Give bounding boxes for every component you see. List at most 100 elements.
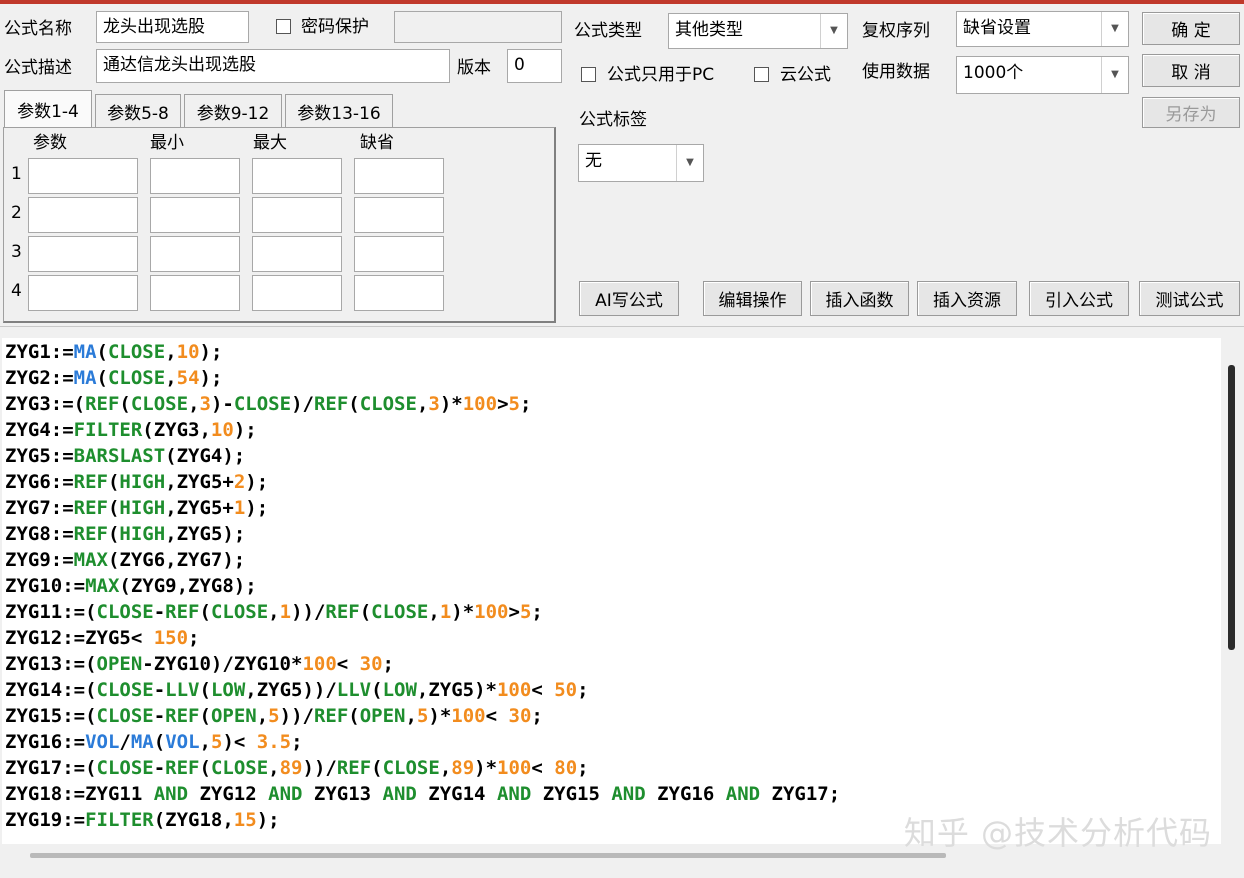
code-token: OPEN bbox=[210, 705, 257, 727]
code-token: 10 bbox=[176, 341, 200, 363]
formula-type-select[interactable]: 其他类型 ▼ bbox=[668, 13, 848, 49]
param-3-max[interactable] bbox=[252, 236, 342, 272]
param-3-default[interactable] bbox=[354, 236, 444, 272]
code-token: / bbox=[119, 731, 131, 753]
code-token: 89 bbox=[279, 757, 303, 779]
cancel-button[interactable]: 取 消 bbox=[1142, 54, 1240, 87]
code-token: , bbox=[268, 757, 280, 779]
edit-ops-button[interactable]: 编辑操作 bbox=[703, 281, 802, 316]
code-token: )- bbox=[210, 393, 234, 415]
param-1-default[interactable] bbox=[354, 158, 444, 194]
code-token: 54 bbox=[176, 367, 200, 389]
horizontal-scrollbar[interactable] bbox=[30, 853, 946, 858]
test-formula-button[interactable]: 测试公式 bbox=[1139, 281, 1240, 316]
code-token: ,ZYG5+ bbox=[165, 471, 234, 493]
code-token: )/ bbox=[291, 393, 314, 415]
code-token: ZYG9:= bbox=[5, 549, 74, 571]
code-token: CLOSE bbox=[107, 367, 166, 389]
code-text[interactable]: ZYG1:=MA(CLOSE,10); ZYG2:=MA(CLOSE,54); ZY… bbox=[2, 338, 1221, 833]
code-token: AND bbox=[382, 783, 417, 805]
code-token: ( bbox=[371, 757, 383, 779]
insert-function-button[interactable]: 插入函数 bbox=[810, 281, 909, 316]
code-token: ( bbox=[199, 757, 211, 779]
code-line: ZYG16:=VOL/MA(VOL,5)< 3.5; bbox=[5, 729, 1221, 755]
code-token: AND bbox=[153, 783, 189, 805]
param-1-min[interactable] bbox=[150, 158, 240, 194]
code-editor[interactable]: ZYG1:=MA(CLOSE,10); ZYG2:=MA(CLOSE,54); ZY… bbox=[2, 338, 1221, 844]
tag-select[interactable]: 无 ▼ bbox=[578, 144, 704, 182]
ai-formula-button[interactable]: AI写公式 bbox=[579, 281, 679, 316]
param-4-max[interactable] bbox=[252, 275, 342, 311]
chevron-down-icon: ▼ bbox=[676, 145, 703, 181]
code-token: 1 bbox=[279, 601, 292, 623]
code-token: FILTER bbox=[85, 809, 154, 831]
code-token: ))/ bbox=[279, 705, 314, 727]
code-token: MA bbox=[130, 731, 154, 753]
param-4-default[interactable] bbox=[354, 275, 444, 311]
tab-params-5-8[interactable]: 参数5-8 bbox=[95, 94, 181, 128]
param-2-min[interactable] bbox=[150, 197, 240, 233]
code-token: < bbox=[336, 653, 360, 675]
code-token: ZYG18:=ZYG11 bbox=[5, 783, 154, 805]
vertical-scrollbar[interactable] bbox=[1228, 365, 1235, 650]
param-2-default[interactable] bbox=[354, 197, 444, 233]
code-token: ZYG3:=( bbox=[5, 393, 86, 415]
code-line: ZYG8:=REF(HIGH,ZYG5); bbox=[5, 521, 1221, 547]
code-token: AND bbox=[611, 783, 646, 805]
watermark: 知乎 @技术分析代码 bbox=[903, 814, 1212, 852]
fq-select[interactable]: 缺省设置 ▼ bbox=[956, 11, 1129, 47]
tab-params-13-16[interactable]: 参数13-16 bbox=[285, 94, 393, 128]
pc-only-checkbox[interactable] bbox=[581, 67, 596, 82]
code-token: LOW bbox=[210, 679, 246, 701]
param-3-name[interactable] bbox=[28, 236, 138, 272]
code-token: > bbox=[497, 393, 509, 415]
param-row-number: 3 bbox=[11, 242, 22, 262]
param-2-max[interactable] bbox=[252, 197, 342, 233]
code-line: ZYG17:=(CLOSE-REF(CLOSE,89))/REF(CLOSE,8… bbox=[5, 755, 1221, 781]
code-token: ; bbox=[577, 757, 589, 779]
version-input[interactable]: 0 bbox=[507, 49, 562, 83]
code-line: ZYG5:=BARSLAST(ZYG4); bbox=[5, 443, 1221, 469]
tab-params-9-12[interactable]: 参数9-12 bbox=[184, 94, 282, 128]
code-token: 1 bbox=[439, 601, 452, 623]
password-input[interactable] bbox=[394, 11, 562, 43]
param-3-min[interactable] bbox=[150, 236, 240, 272]
param-2-name[interactable] bbox=[28, 197, 138, 233]
code-token: AND bbox=[725, 783, 761, 805]
code-token: 3 bbox=[199, 393, 211, 415]
code-token: ; bbox=[577, 679, 589, 701]
param-1-max[interactable] bbox=[252, 158, 342, 194]
password-checkbox[interactable] bbox=[276, 19, 291, 34]
code-token: MAX bbox=[85, 575, 120, 597]
code-token: - bbox=[153, 705, 166, 727]
save-as-button[interactable]: 另存为 bbox=[1142, 97, 1240, 128]
formula-desc-input[interactable]: 通达信龙头出现选股 bbox=[96, 49, 450, 83]
code-token: ZYG13 bbox=[302, 783, 383, 805]
code-token: < bbox=[531, 679, 555, 701]
param-4-min[interactable] bbox=[150, 275, 240, 311]
code-token: ZYG14:=( bbox=[5, 679, 97, 701]
import-formula-button[interactable]: 引入公式 bbox=[1029, 281, 1129, 316]
tab-params-1-4[interactable]: 参数1-4 bbox=[4, 90, 92, 128]
data-count-select[interactable]: 1000个 ▼ bbox=[956, 56, 1129, 94]
code-token: ; bbox=[531, 601, 543, 623]
insert-resource-button[interactable]: 插入资源 bbox=[917, 281, 1017, 316]
formula-name-input[interactable]: 龙头出现选股 bbox=[96, 11, 249, 43]
code-token: LLV bbox=[336, 679, 372, 701]
param-4-name[interactable] bbox=[28, 275, 138, 311]
code-token: 89 bbox=[451, 757, 475, 779]
ok-button[interactable]: 确 定 bbox=[1142, 12, 1240, 45]
tag-value: 无 bbox=[585, 151, 602, 171]
code-line: ZYG6:=REF(HIGH,ZYG5+2); bbox=[5, 469, 1221, 495]
code-token: REF bbox=[85, 393, 120, 415]
code-token: -ZYG10)/ZYG10* bbox=[142, 653, 303, 675]
cloud-checkbox[interactable] bbox=[754, 67, 769, 82]
code-token: CLOSE bbox=[130, 393, 189, 415]
code-token: ); bbox=[199, 367, 223, 389]
cloud-label: 云公式 bbox=[780, 65, 831, 85]
code-line: ZYG3:=(REF(CLOSE,3)-CLOSE)/REF(CLOSE,3)*… bbox=[5, 391, 1221, 417]
param-1-name[interactable] bbox=[28, 158, 138, 194]
code-token: )* bbox=[428, 705, 452, 727]
data-count-label: 使用数据 bbox=[862, 62, 930, 82]
fq-value: 缺省设置 bbox=[963, 18, 1031, 38]
